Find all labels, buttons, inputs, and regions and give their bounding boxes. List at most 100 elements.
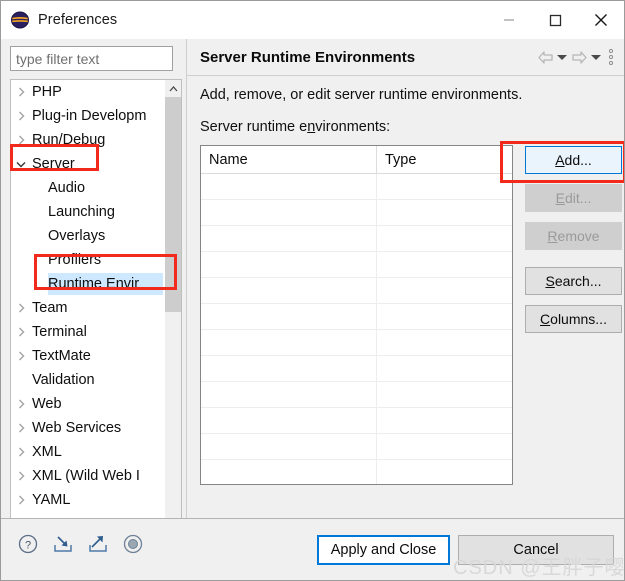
table-cell-type (376, 304, 512, 329)
sidebar-item-web-services[interactable]: Web Services (11, 416, 163, 440)
import-icon[interactable] (52, 533, 74, 555)
chevron-up-icon[interactable] (165, 80, 181, 97)
table-row[interactable] (201, 330, 512, 356)
chevron-right-icon[interactable] (11, 327, 31, 337)
watermark: CSDN @王胖子嘤 (453, 557, 625, 579)
sidebar-item-label: Terminal (32, 324, 87, 340)
search-button[interactable]: Search... (525, 267, 622, 295)
help-icon[interactable]: ? (17, 533, 39, 555)
table-row[interactable] (201, 304, 512, 330)
sidebar-item-label: Team (32, 300, 68, 316)
arrow-left-icon[interactable] (535, 46, 555, 68)
sidebar-item-overlays[interactable]: Overlays (11, 224, 163, 248)
table-row[interactable] (201, 356, 512, 382)
table-cell-name (201, 226, 376, 251)
close-button[interactable] (578, 1, 624, 39)
page-description: Add, remove, or edit server runtime envi… (200, 87, 523, 103)
page-header: Server Runtime Environments (187, 39, 624, 75)
table-cell-name (201, 434, 376, 459)
svg-text:?: ? (25, 540, 31, 552)
table-cell-name (201, 252, 376, 277)
column-header-name[interactable]: Name (201, 146, 376, 173)
sidebar-item-label: Server (32, 156, 75, 172)
chevron-down-icon[interactable] (11, 161, 31, 168)
sidebar-item-run-debug[interactable]: Run/Debug (11, 128, 163, 152)
sidebar-item-yaml[interactable]: YAML (11, 488, 163, 512)
table-cell-type (376, 382, 512, 407)
runtime-environments-table[interactable]: Name Type (200, 145, 513, 485)
search-input[interactable] (10, 46, 173, 71)
sidebar-item-audio[interactable]: Audio (11, 176, 163, 200)
maximize-button[interactable] (532, 1, 578, 39)
table-cell-name (201, 460, 376, 484)
button-label-mnemonic: C (540, 311, 551, 327)
chevron-right-icon[interactable] (11, 351, 31, 361)
tree-vertical-scrollbar[interactable] (165, 79, 182, 531)
sidebar-item-validation[interactable]: Validation (11, 368, 163, 392)
apply-and-close-button[interactable]: Apply and Close (317, 535, 450, 565)
sidebar-item-xml[interactable]: XML (11, 440, 163, 464)
minimize-button[interactable] (486, 1, 532, 39)
table-cell-type (376, 226, 512, 251)
sidebar-item-terminal[interactable]: Terminal (11, 320, 163, 344)
sidebar-item-label: Audio (48, 180, 86, 196)
sidebar-item-server[interactable]: Server (11, 152, 163, 176)
table-row[interactable] (201, 174, 512, 200)
window-title: Preferences (38, 12, 118, 28)
add-button[interactable]: Add... (525, 146, 622, 174)
arrow-right-icon[interactable] (569, 46, 589, 68)
button-label-mnemonic: A (555, 152, 565, 168)
page-nav-tools (535, 39, 619, 75)
columns-button[interactable]: Columns... (525, 305, 622, 333)
chevron-right-icon[interactable] (11, 471, 31, 481)
table-row[interactable] (201, 434, 512, 460)
scrollbar-thumb[interactable] (165, 97, 181, 312)
record-icon[interactable] (122, 533, 144, 555)
table-row[interactable] (201, 252, 512, 278)
chevron-right-icon[interactable] (11, 111, 31, 121)
column-header-type[interactable]: Type (376, 146, 512, 173)
table-label-post: vironments: (315, 119, 391, 135)
table-row[interactable] (201, 226, 512, 252)
table-cell-type (376, 174, 512, 199)
back-history-chevron-down-icon[interactable] (555, 46, 569, 68)
sidebar-item-label: XML (Wild Web I (32, 468, 140, 484)
eclipse-icon (11, 11, 29, 29)
chevron-right-icon[interactable] (11, 495, 31, 505)
sidebar-item-label: YAML (32, 492, 71, 508)
sidebar-item-runtime-envir[interactable]: Runtime Envir (11, 272, 163, 296)
table-row[interactable] (201, 200, 512, 226)
sidebar-item-web[interactable]: Web (11, 392, 163, 416)
preferences-tree[interactable]: PHP Plug-in Developm Run/Debug Server Audio L… (10, 79, 174, 531)
button-label-post: earch... (554, 273, 602, 289)
sidebar-item-team[interactable]: Team (11, 296, 163, 320)
chevron-right-icon[interactable] (11, 447, 31, 457)
table-cell-name (201, 330, 376, 355)
table-cell-type (376, 460, 512, 484)
export-icon[interactable] (87, 533, 109, 555)
table-row[interactable] (201, 278, 512, 304)
dialog-body: PHP Plug-in Developm Run/Debug Server Audio L… (1, 39, 624, 548)
sidebar-item-label: Web Services (32, 420, 122, 436)
chevron-right-icon[interactable] (11, 399, 31, 409)
preferences-dialog: Preferences PHP Plug-in Developm Run/Debug… (0, 0, 625, 581)
table-row[interactable] (201, 460, 512, 484)
table-row[interactable] (201, 382, 512, 408)
kebab-menu-icon[interactable] (603, 46, 619, 68)
button-label-post: olumns... (550, 311, 607, 327)
sidebar-item-profilers[interactable]: Profilers (11, 248, 163, 272)
sidebar-item-plug-in-developm[interactable]: Plug-in Developm (11, 104, 163, 128)
table-cell-type (376, 252, 512, 277)
sidebar-item-textmate[interactable]: TextMate (11, 344, 163, 368)
chevron-right-icon[interactable] (11, 303, 31, 313)
table-body (201, 174, 512, 484)
sidebar-item-xml-wild-web-i[interactable]: XML (Wild Web I (11, 464, 163, 488)
forward-history-chevron-down-icon[interactable] (589, 46, 603, 68)
chevron-right-icon[interactable] (11, 423, 31, 433)
chevron-right-icon[interactable] (11, 135, 31, 145)
sidebar-item-launching[interactable]: Launching (11, 200, 163, 224)
table-row[interactable] (201, 408, 512, 434)
preferences-sidebar: PHP Plug-in Developm Run/Debug Server Audio L… (1, 39, 191, 548)
chevron-right-icon[interactable] (11, 87, 31, 97)
sidebar-item-php[interactable]: PHP (11, 80, 163, 104)
